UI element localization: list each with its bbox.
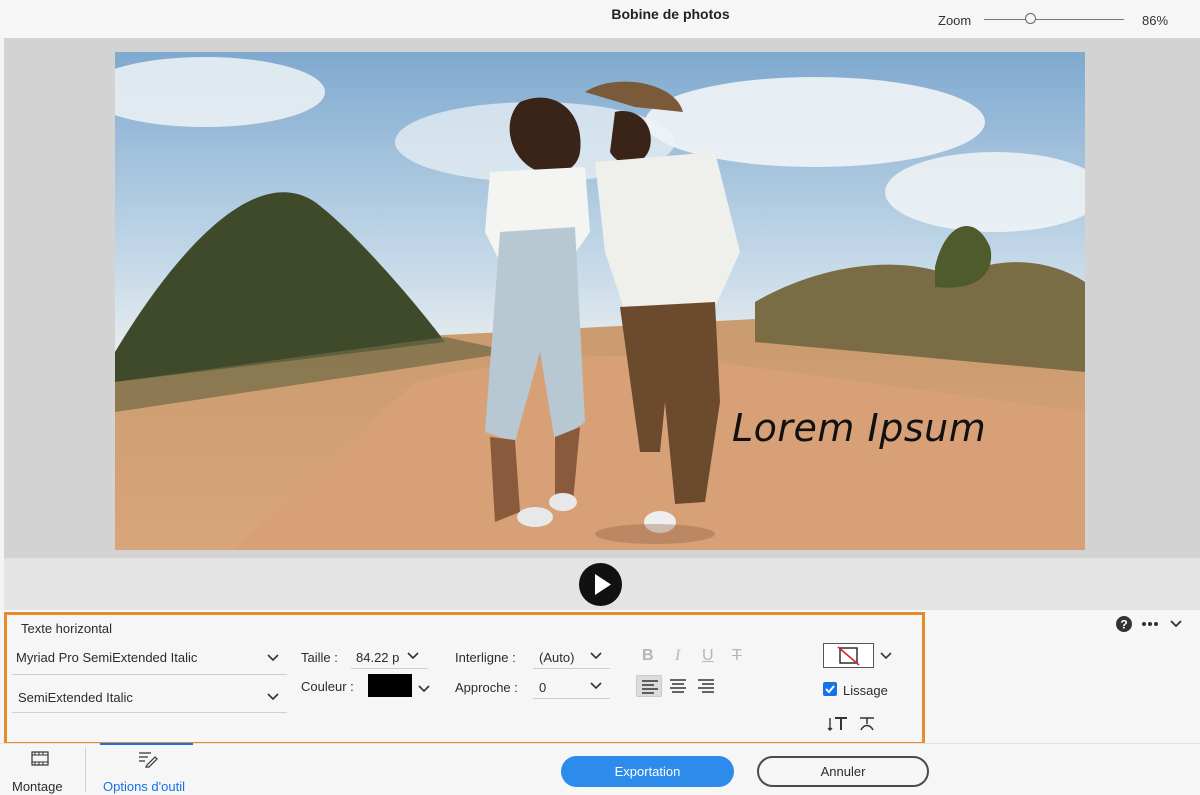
- italic-button[interactable]: I: [675, 647, 680, 665]
- align-right-button[interactable]: [693, 675, 719, 697]
- bold-button[interactable]: B: [642, 647, 654, 665]
- tab-montage[interactable]: Montage: [12, 779, 63, 794]
- tracking-value: 0: [539, 680, 547, 695]
- chevron-down-icon[interactable]: [590, 682, 602, 690]
- title-bar: Bobine de photos Zoom 86%: [0, 0, 1200, 38]
- color-label: Couleur :: [301, 679, 354, 694]
- canvas-text-layer[interactable]: Lorem Ipsum: [732, 406, 986, 450]
- chevron-down-icon[interactable]: [407, 652, 419, 660]
- film-icon: [31, 751, 49, 766]
- chevron-down-icon[interactable]: [267, 693, 279, 701]
- highlight-frame: [4, 612, 925, 745]
- zoom-slider-track[interactable]: [984, 19, 1124, 20]
- underline-button[interactable]: U: [702, 647, 714, 665]
- playback-bar: [4, 558, 1200, 610]
- leading-label: Interligne :: [455, 650, 516, 665]
- strikethrough-button[interactable]: T: [732, 647, 742, 665]
- chevron-down-icon[interactable]: [418, 685, 430, 693]
- font-style-value: SemiExtended Italic: [18, 690, 133, 705]
- svg-text:?: ?: [1120, 618, 1127, 632]
- chevron-down-icon[interactable]: [590, 652, 602, 660]
- size-label: Taille :: [301, 650, 338, 665]
- zoom-label: Zoom: [938, 13, 972, 28]
- align-center-icon: [670, 679, 686, 693]
- preview-stage: Lorem Ipsum: [4, 38, 1200, 558]
- no-stroke-icon: [837, 646, 860, 666]
- tab-divider: [85, 747, 86, 792]
- tab-tool-options[interactable]: Options d'outil: [103, 779, 185, 794]
- export-button[interactable]: Exportation: [561, 756, 734, 787]
- leading-value: (Auto): [539, 650, 575, 665]
- antialias-label: Lissage: [843, 683, 888, 698]
- zoom-slider-thumb[interactable]: [1025, 13, 1036, 24]
- text-orientation-icon[interactable]: [827, 715, 849, 733]
- tool-name: Texte horizontal: [21, 621, 113, 636]
- photo-image: [115, 52, 1085, 550]
- cancel-button[interactable]: Annuler: [757, 756, 929, 787]
- checkmark-icon: [825, 685, 835, 694]
- align-left-icon: [642, 680, 658, 694]
- tracking-label: Approche :: [455, 680, 518, 695]
- align-center-button[interactable]: [665, 675, 691, 697]
- zoom-value: 86%: [1142, 13, 1169, 28]
- font-family-value: Myriad Pro SemiExtended Italic: [16, 650, 198, 665]
- photo-preview[interactable]: Lorem Ipsum: [115, 52, 1085, 550]
- size-value: 84.22 p: [356, 650, 400, 665]
- stroke-style-select[interactable]: [823, 643, 874, 668]
- warp-text-icon[interactable]: [857, 715, 877, 733]
- antialias-checkbox[interactable]: [823, 682, 837, 696]
- help-icon[interactable]: ?: [1115, 615, 1133, 633]
- active-tab-indicator: [100, 743, 193, 745]
- play-icon: [595, 574, 611, 595]
- align-right-icon: [698, 679, 714, 693]
- tool-options-icon: [138, 751, 158, 768]
- chevron-down-icon[interactable]: [267, 654, 279, 662]
- chevron-down-icon[interactable]: [880, 652, 892, 660]
- play-button[interactable]: [579, 563, 622, 606]
- collapse-chevron-icon[interactable]: [1170, 620, 1182, 628]
- more-options-icon[interactable]: [1141, 621, 1159, 627]
- align-left-button[interactable]: [636, 675, 662, 697]
- color-swatch[interactable]: [368, 674, 412, 697]
